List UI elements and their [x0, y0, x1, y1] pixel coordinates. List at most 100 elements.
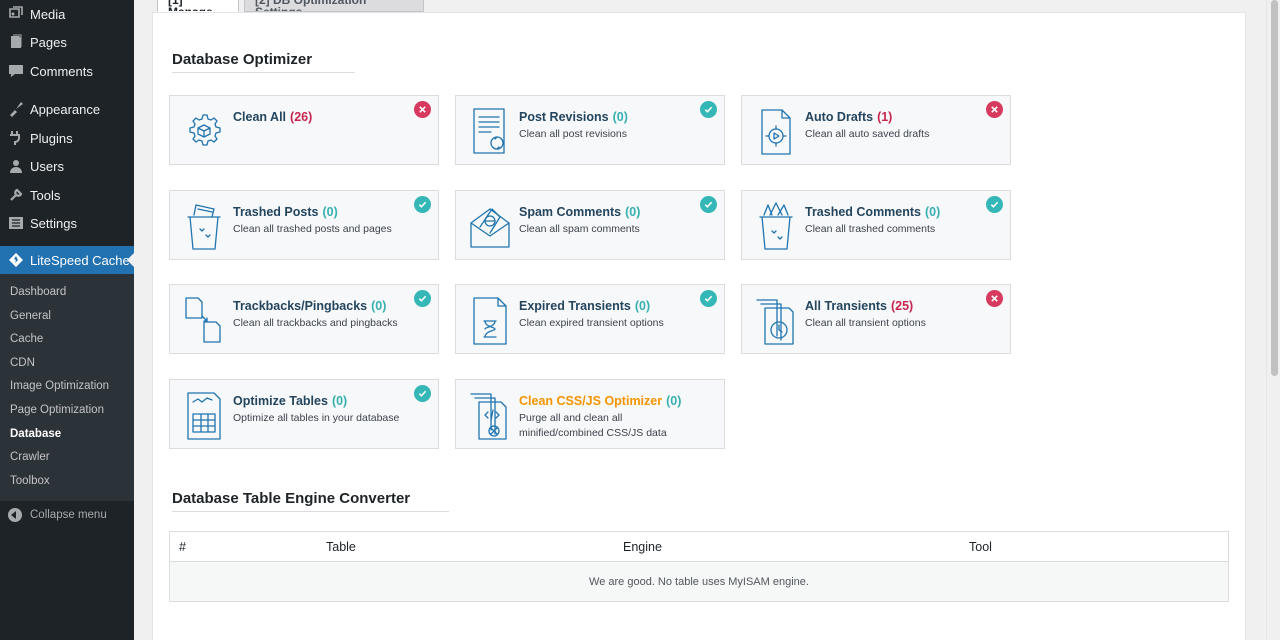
sidebar-item-label: Pages [30, 34, 67, 50]
code-files-icon [468, 390, 512, 440]
stacked-clock-icon [754, 295, 798, 345]
column-header-table: Table [326, 539, 356, 554]
card-description: Clean all transient options [805, 317, 926, 329]
optimizer-card-post-revisions[interactable]: Post Revisions (0) Clean all post revision… [455, 95, 725, 165]
plugins-icon [8, 130, 24, 146]
card-title: Trashed Posts (0) [233, 205, 338, 219]
column-header-tool: Tool [969, 539, 992, 554]
table-header-row: # Table Engine Tool [170, 532, 1228, 562]
check-icon [414, 196, 431, 213]
submenu-item-toolbox[interactable]: Toolbox [0, 470, 134, 494]
admin-sidebar: Media Pages Comments Appearance Plugins Users… [0, 0, 134, 640]
submenu-item-database[interactable]: Database [0, 423, 134, 447]
appearance-icon [8, 101, 24, 118]
users-icon [8, 158, 24, 174]
engine-converter-table: # Table Engine Tool We are good. No tabl… [169, 531, 1229, 602]
trash-comments-icon [754, 201, 798, 251]
card-count: (0) [371, 299, 387, 313]
trackback-icon [182, 295, 226, 345]
sidebar-item-settings[interactable]: Settings [0, 209, 134, 238]
sidebar-item-tools[interactable]: Tools [0, 181, 134, 210]
sidebar-item-users[interactable]: Users [0, 152, 134, 181]
database-optimizer-title: Database Optimizer [172, 51, 355, 73]
pages-icon [8, 34, 24, 50]
card-description: Clean all trashed comments [805, 223, 936, 235]
tab-manage[interactable]: [1] Manage [157, 0, 239, 12]
sidebar-item-label: Users [30, 158, 64, 174]
sidebar-item-label: Tools [30, 187, 61, 203]
check-icon [700, 290, 717, 307]
card-title-text: Auto Drafts [805, 110, 874, 124]
card-title-text: Expired Transients [519, 299, 631, 313]
card-count: (26) [290, 110, 313, 124]
optimizer-card-trashed-comments[interactable]: Trashed Comments (0) Clean all trashed com… [741, 190, 1011, 260]
card-count: (0) [331, 394, 348, 408]
card-count: (0) [612, 110, 628, 124]
card-title-text: Clean CSS/JS Optimizer [519, 394, 663, 408]
error-x-icon [414, 101, 431, 118]
optimizer-card-optimize-tables[interactable]: Optimize Tables (0) Optimize all tables in… [169, 379, 439, 449]
check-icon [414, 290, 431, 307]
optimizer-card-auto-drafts[interactable]: Auto Drafts (1) Clean all auto saved draft… [741, 95, 1011, 165]
hourglass-document-icon [468, 295, 512, 345]
optimizer-card-spam-comments[interactable]: Spam Comments (0) Clean all spam comments [455, 190, 725, 260]
card-title-text: Trashed Posts [233, 205, 319, 219]
card-count: (25) [890, 299, 914, 313]
card-title: Trackbacks/Pingbacks (0) [233, 299, 386, 313]
optimizer-card-trashed-posts[interactable]: Trashed Posts (0) Clean all trashed posts … [169, 190, 439, 260]
page-scrollbar[interactable] [1266, 0, 1280, 640]
card-description: Clean all trashed posts and pages [233, 223, 392, 235]
optimizer-card-trackbacks-pingbacks[interactable]: Trackbacks/Pingbacks (0) Clean all trackba… [169, 284, 439, 354]
sidebar-item-plugins[interactable]: Plugins [0, 124, 134, 153]
card-description: Purge all and clean all minified/combine… [519, 412, 667, 439]
submenu-item-cache[interactable]: Cache [0, 328, 134, 352]
error-x-icon [986, 101, 1003, 118]
column-header-number: # [179, 539, 186, 554]
document-refresh-icon [468, 106, 512, 156]
card-description: Optimize all tables in your database [233, 412, 400, 424]
trash-posts-icon [182, 201, 226, 251]
sidebar-item-comments[interactable]: Comments [0, 57, 134, 86]
sidebar-item-litespeed-cache[interactable]: LiteSpeed Cache [0, 246, 134, 274]
card-title: Post Revisions (0) [519, 110, 628, 124]
tab-db-optimization-settings[interactable]: [2] DB Optimization Settings [244, 0, 424, 12]
scrollbar-thumb[interactable] [1271, 0, 1278, 376]
card-count: (1) [877, 110, 893, 124]
sidebar-item-label: LiteSpeed Cache [30, 252, 130, 268]
submenu-item-dashboard[interactable]: Dashboard [0, 281, 134, 305]
optimizer-card-clean-all[interactable]: Clean All (26) [169, 95, 439, 165]
collapse-menu-button[interactable]: Collapse menu [0, 502, 134, 528]
card-title: Spam Comments (0) [519, 205, 640, 219]
card-title: Auto Drafts (1) [805, 110, 892, 124]
sidebar-item-label: Appearance [30, 101, 101, 117]
sidebar-item-appearance[interactable]: Appearance [0, 95, 134, 124]
comments-icon [8, 63, 24, 79]
settings-icon [8, 215, 24, 231]
card-title-text: All Transients [805, 299, 887, 313]
document-gear-icon [754, 106, 798, 156]
check-icon [700, 101, 717, 118]
submenu-item-crawler[interactable]: Crawler [0, 446, 134, 470]
check-icon [700, 196, 717, 213]
error-x-icon [986, 290, 1003, 307]
card-title-text: Spam Comments [519, 205, 622, 219]
card-title-text: Clean All [233, 110, 287, 124]
sidebar-item-media[interactable]: Media [0, 0, 134, 29]
sidebar-item-pages[interactable]: Pages [0, 28, 134, 57]
optimizer-card-expired-transients[interactable]: Expired Transients (0) Clean expired trans… [455, 284, 725, 354]
optimizer-card-clean-css-js-optimizer[interactable]: Clean CSS/JS Optimizer (0) Purge all and c… [455, 379, 725, 449]
tools-icon [8, 187, 24, 203]
sidebar-item-label: Plugins [30, 130, 73, 146]
card-title: Trashed Comments (0) [805, 205, 940, 219]
card-count: (0) [322, 205, 338, 219]
card-description: Clean expired transient options [519, 317, 664, 329]
sidebar-item-label: Media [30, 6, 66, 22]
card-title-text: Trackbacks/Pingbacks [233, 299, 368, 313]
card-title: All Transients (25) [805, 299, 913, 313]
sidebar-item-label: Settings [30, 215, 77, 231]
submenu-item-general[interactable]: General [0, 305, 134, 329]
optimizer-card-all-transients[interactable]: All Transients (25) Clean all transient op… [741, 284, 1011, 354]
submenu-item-image-optimization[interactable]: Image Optimization [0, 375, 134, 399]
submenu-item-page-optimization[interactable]: Page Optimization [0, 399, 134, 423]
submenu-item-cdn[interactable]: CDN [0, 352, 134, 376]
